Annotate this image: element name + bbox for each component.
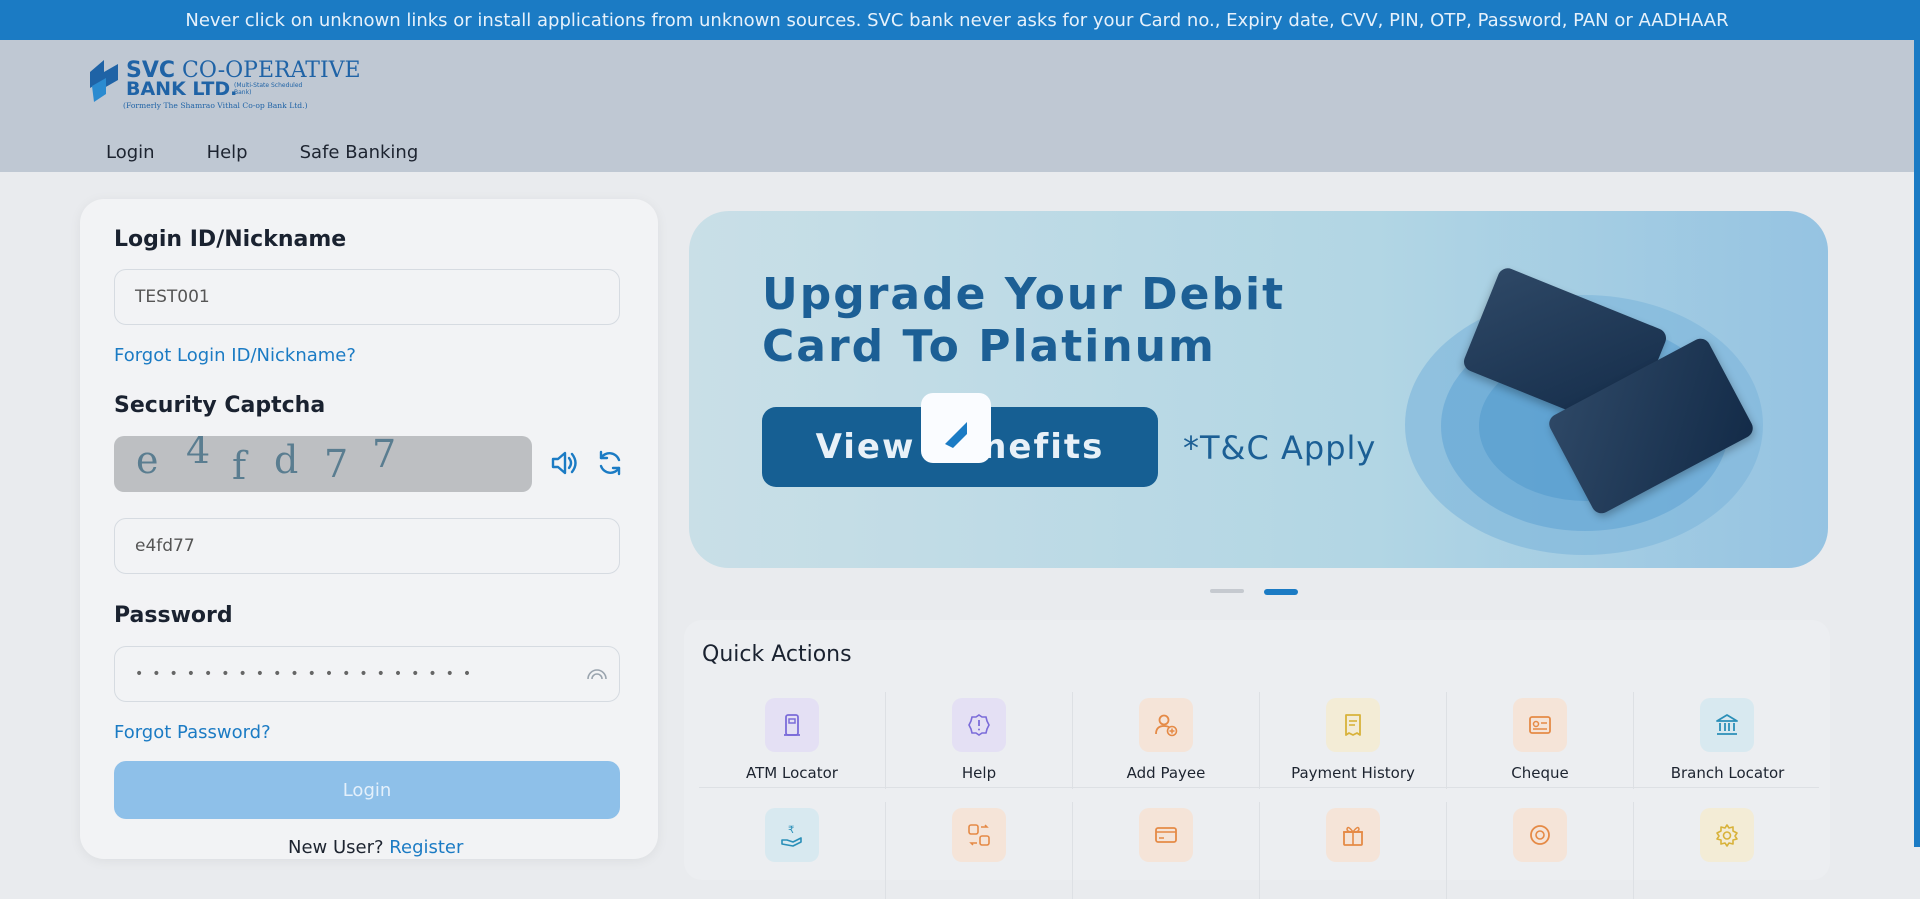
eye-icon[interactable] (585, 663, 609, 687)
quick-action-cheque[interactable]: Cheque (1447, 692, 1634, 789)
quick-action-label: Branch Locator (1670, 764, 1785, 782)
login-id-input[interactable]: TEST001 (114, 269, 620, 325)
forgot-login-id-link[interactable]: Forgot Login ID/Nickname? (114, 345, 356, 366)
quick-actions-title: Quick Actions (702, 642, 852, 667)
bank-icon (1716, 714, 1738, 735)
new-user-text: New User? Register (288, 837, 463, 858)
main-nav: Login Help Safe Banking (106, 142, 418, 163)
captcha-image: e 4 f d 7 7 (114, 436, 532, 492)
bank-logo[interactable]: SVC CO-OPERATIVE BANK LTD. (Multi-State … (88, 56, 361, 116)
quick-actions-panel: Quick Actions ATM Locator Help Add Payee… (684, 620, 1830, 899)
quick-action-item[interactable] (1260, 802, 1447, 899)
divider (699, 787, 1819, 788)
login-id-value: TEST001 (135, 287, 210, 307)
quick-action-item[interactable]: ₹ (699, 802, 886, 899)
password-value: •••••••••••••••••••• (135, 666, 481, 682)
quick-action-help[interactable]: Help (886, 692, 1073, 789)
refresh-captcha-icon[interactable] (594, 447, 626, 479)
security-alert-banner: Never click on unknown links or install … (0, 0, 1914, 40)
quick-action-payment-history[interactable]: Payment History (1260, 692, 1447, 789)
carousel-dot[interactable] (1210, 589, 1244, 593)
carousel-indicators (1210, 589, 1298, 595)
carousel-dot-active[interactable] (1264, 589, 1298, 595)
captcha-input[interactable]: e4fd77 (114, 518, 620, 574)
register-link[interactable]: Register (389, 837, 463, 858)
quick-action-label: Payment History (1291, 764, 1415, 782)
cheque-icon (1529, 716, 1551, 734)
target-icon (1530, 825, 1550, 845)
gift-icon (1343, 826, 1363, 846)
login-id-label: Login ID/Nickname (114, 227, 347, 252)
captcha-char: 7 (324, 442, 349, 486)
atm-icon (784, 714, 800, 736)
login-button[interactable]: Login (114, 761, 620, 819)
quick-action-label: Add Payee (1126, 764, 1206, 782)
security-alert-text: Never click on unknown links or install … (185, 9, 1729, 31)
loader-icon (945, 422, 967, 448)
payment-history-icon (1345, 714, 1361, 736)
settings-icon (1716, 824, 1738, 847)
captcha-char: 4 (186, 436, 211, 472)
quick-action-item[interactable] (886, 802, 1073, 899)
quick-action-atm-locator[interactable]: ATM Locator (699, 692, 886, 789)
logo-formerly: (Formerly The Shamrao Vithal Co-op Bank … (123, 101, 308, 110)
promo-banner[interactable]: Upgrade Your Debit Card To Platinum View… (689, 211, 1828, 568)
nav-help[interactable]: Help (207, 142, 248, 163)
quick-action-item[interactable] (1634, 802, 1821, 899)
forgot-password-link[interactable]: Forgot Password? (114, 722, 271, 743)
quick-action-branch-locator[interactable]: Branch Locator (1634, 692, 1821, 789)
captcha-label: Security Captcha (114, 393, 326, 418)
password-input[interactable]: •••••••••••••••••••• (114, 646, 620, 702)
quick-actions-row: ₹ (699, 802, 1821, 899)
nav-login[interactable]: Login (106, 142, 155, 163)
quick-action-label: Cheque (1511, 764, 1569, 782)
login-card: Login ID/Nickname TEST001 Forgot Login I… (80, 199, 658, 859)
password-label: Password (114, 603, 233, 628)
quick-action-label: ATM Locator (746, 764, 838, 782)
quick-action-add-payee[interactable]: Add Payee (1073, 692, 1260, 789)
captcha-char: 7 (372, 436, 397, 476)
captcha-char: d (274, 438, 299, 482)
svg-text:₹: ₹ (788, 825, 794, 836)
nav-safe-banking[interactable]: Safe Banking (300, 142, 419, 163)
card-icon (1155, 827, 1177, 843)
quick-actions-row: ATM Locator Help Add Payee Payment Histo… (699, 692, 1821, 789)
quick-action-label: Help (961, 764, 997, 782)
quick-action-item[interactable] (1073, 802, 1260, 899)
captcha-char: f (232, 444, 247, 488)
logo-name-line2: BANK LTD. (126, 78, 238, 100)
quick-action-item[interactable] (1447, 802, 1634, 899)
banner-tc: *T&C Apply (1183, 429, 1377, 467)
rupee-hand-icon: ₹ (781, 825, 802, 847)
add-payee-icon (1155, 714, 1178, 737)
loading-spinner (921, 393, 991, 463)
new-user-label: New User? (288, 837, 390, 858)
logo-mark-icon (90, 60, 118, 102)
captcha-input-value: e4fd77 (135, 536, 195, 556)
scrollbar[interactable] (1914, 0, 1920, 847)
help-icon (968, 714, 990, 736)
captcha-char: e (136, 438, 159, 482)
banner-title-line1: Upgrade Your Debit (762, 269, 1286, 320)
audio-captcha-icon[interactable] (548, 447, 580, 479)
banner-title-line2: Card To Platinum (762, 321, 1216, 372)
transfer-icon (968, 824, 990, 846)
logo-tagline: (Multi-State Scheduled Bank) (234, 82, 303, 96)
